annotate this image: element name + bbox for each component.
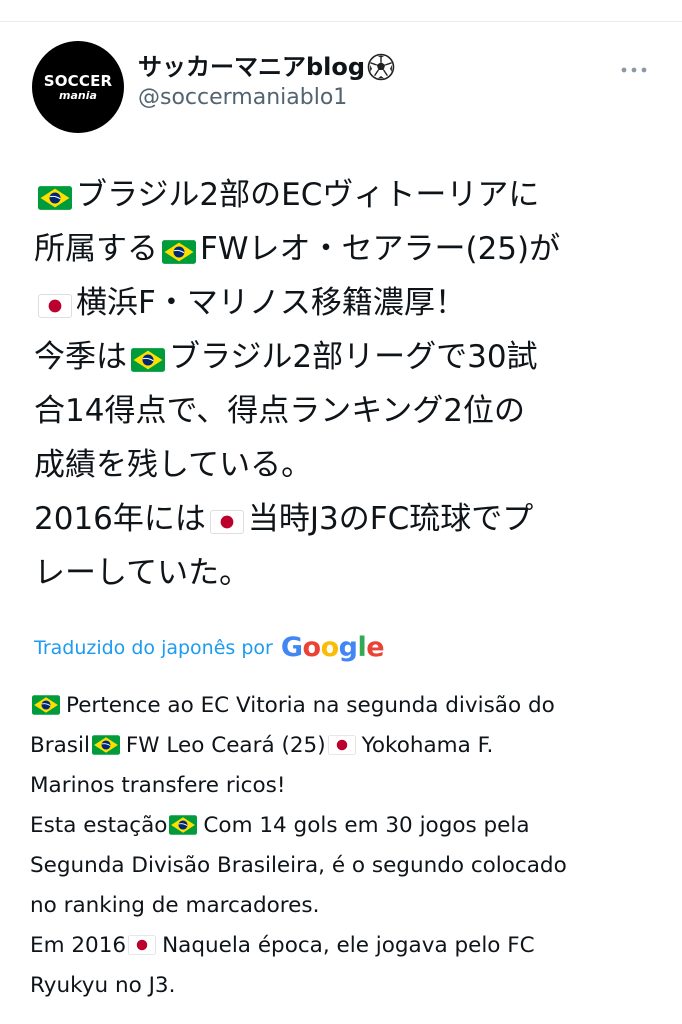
japan-flag-icon [38,294,72,318]
text-segment: 横浜F・マリノス移籍濃厚！ [76,285,466,321]
translation-attribution: Traduzido do japonês por Google [34,632,385,663]
text-line: Pertence ao EC Vitoria na segunda divisã… [30,686,660,726]
tweet-text-japanese: ブラジル2部のECヴィトーリアに所属する FWレオ・セアラー(25)が横浜F・マリ… [34,168,654,600]
google-logo-letter: g [338,632,358,663]
text-line: Brasil FW Leo Ceará (25) Yokohama F. [30,726,660,766]
tweet-text-translation: Pertence ao EC Vitoria na segunda divisã… [30,686,660,1006]
avatar-logo-text: SOCCER [43,71,113,90]
top-divider [0,21,682,22]
text-line: 合14得点で、得点ランキング2位の [34,384,654,438]
brazil-flag-icon [169,815,198,835]
google-logo: Google [280,632,385,663]
text-segment: 2016年には [34,501,206,537]
text-line: ブラジル2部のECヴィトーリアに [34,168,654,222]
text-segment: Pertence ao EC Vitoria na segunda divisã… [66,693,555,718]
google-logo-letter: l [357,632,367,663]
text-line: Em 2016 Naquela época, ele jogava pelo FC [30,926,660,966]
author-display-name: サッカーマニアblog [138,53,366,81]
text-segment: Brasil [30,733,90,758]
brazil-flag-icon [91,735,120,755]
text-line: Segunda Divisão Brasileira, é o segundo … [30,846,660,886]
text-segment: FWレオ・セアラー(25)が [200,231,561,267]
text-segment: 成績を残している。 [34,447,313,483]
author-block: サッカーマニアblog @soccermaniablo1 [138,52,395,112]
text-segment: Marinos transfere ricos! [30,773,286,798]
tweet-page: SOCCER mania サッカーマニアblog @soccermaniablo… [0,0,682,1024]
text-segment: 当時J3のFC琉球でプ [247,501,534,537]
author-handle[interactable]: @soccermaniablo1 [138,84,395,112]
text-line: Ryukyu no J3. [30,966,660,1006]
text-segment: Yokohama F. [361,733,494,758]
brazil-flag-icon [131,348,165,372]
text-segment: Com 14 gols em 30 jogos pela [203,813,530,838]
avatar-logo-subtext: mania [59,88,97,102]
text-segment: 合14得点で、得点ランキング2位の [34,393,525,429]
brazil-flag-icon [32,695,60,715]
text-segment: 所属する [34,231,158,267]
brazil-flag-icon [162,240,196,264]
text-segment: no ranking de marcadores. [30,893,320,918]
text-line: 所属する FWレオ・セアラー(25)が [34,222,654,276]
text-segment: Segunda Divisão Brasileira, é o segundo … [30,853,567,878]
google-logo-letter: o [302,632,322,663]
google-logo-letter: G [280,632,303,663]
more-horizontal-icon[interactable] [619,65,649,75]
text-segment: Esta estação [30,813,168,838]
google-logo-letter: o [320,632,340,663]
japan-flag-icon [209,510,244,534]
text-segment: FW Leo Ceará (25) [125,733,326,758]
text-line: 2016年には 当時J3のFC琉球でプ [34,492,654,546]
japan-flag-icon [128,935,157,955]
brazil-flag-icon [38,186,72,210]
text-line: no ranking de marcadores. [30,886,660,926]
text-segment: レーしていた。 [34,555,251,591]
soccer-ball-icon [367,53,395,81]
text-segment: 今季は [34,339,127,375]
author-display-name-row[interactable]: サッカーマニアblog [138,52,395,82]
text-line: レーしていた。 [34,546,654,600]
google-logo-letter: e [366,632,385,663]
text-line: Marinos transfere ricos! [30,766,660,806]
text-segment: Naquela época, ele jogava pelo FC [162,933,535,958]
translated-by-link[interactable]: Traduzido do japonês por [34,633,273,663]
text-line: 今季は ブラジル2部リーグで30試 [34,330,654,384]
text-segment: Ryukyu no J3. [30,973,176,998]
text-segment: ブラジル2部リーグで30試 [169,339,538,375]
japan-flag-icon [327,735,356,755]
text-line: 横浜F・マリノス移籍濃厚！ [34,276,654,330]
text-line: 成績を残している。 [34,438,654,492]
text-line: Esta estação Com 14 gols em 30 jogos pela [30,806,660,846]
text-segment: Em 2016 [30,933,127,958]
avatar[interactable]: SOCCER mania [32,41,124,133]
text-segment: ブラジル2部のECヴィトーリアに [76,177,540,213]
